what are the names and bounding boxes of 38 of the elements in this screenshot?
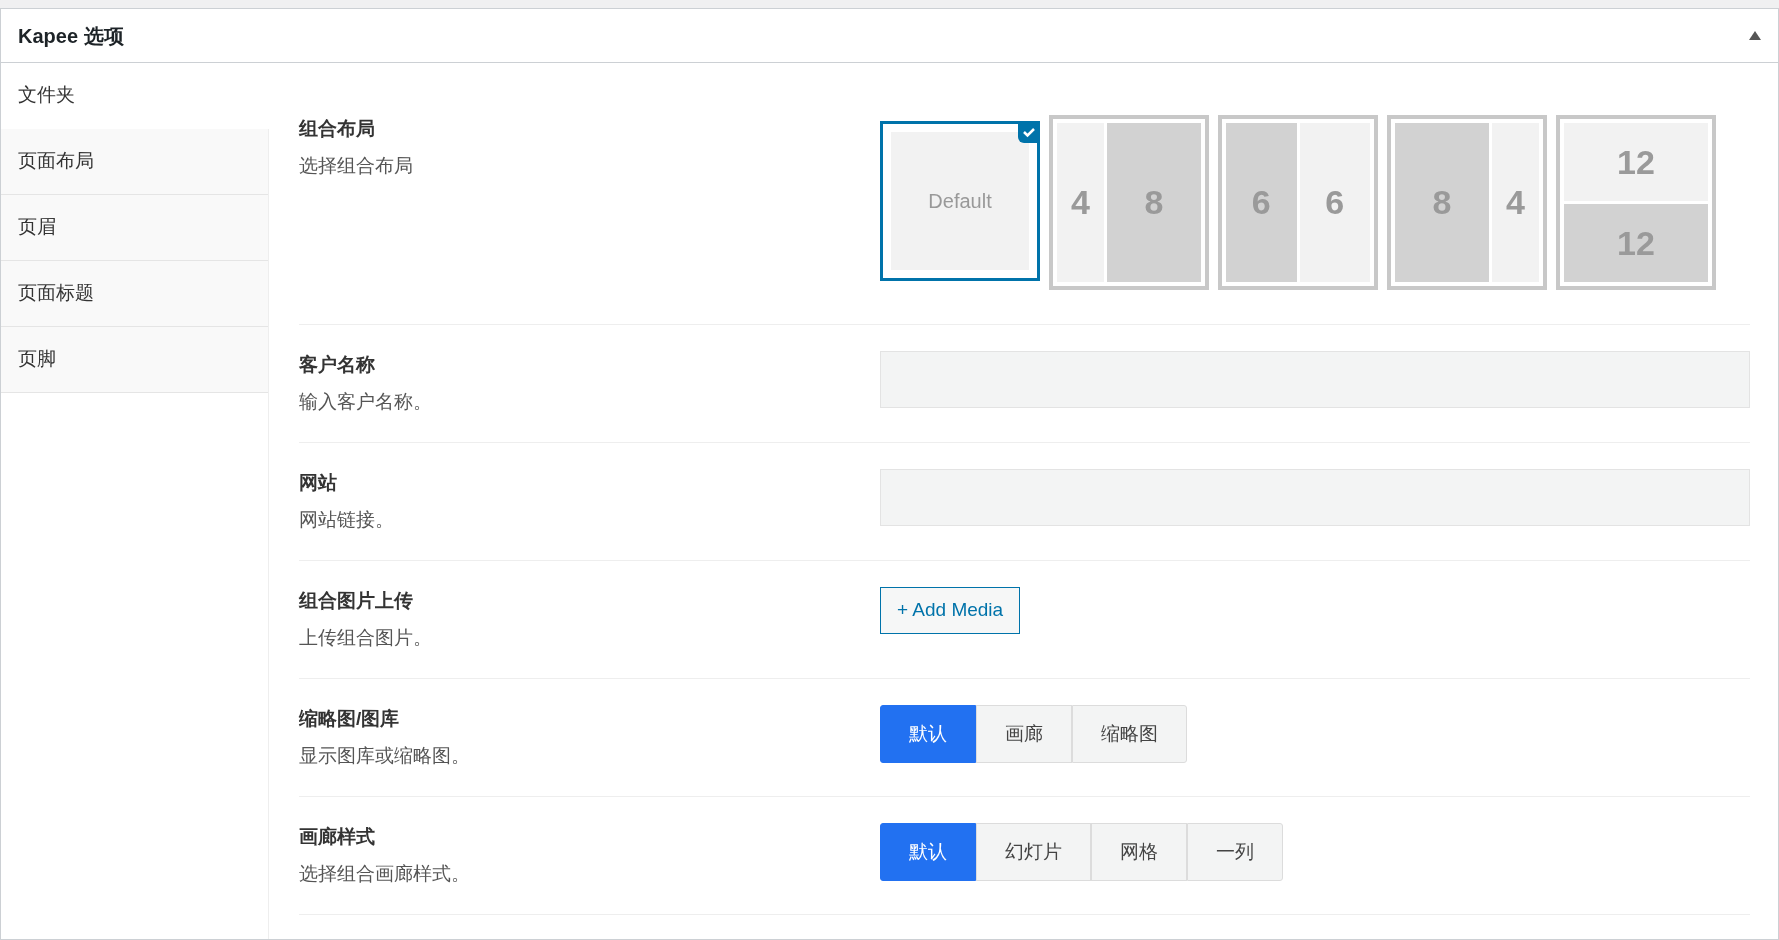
choice-button[interactable]: 缩略图: [1072, 705, 1187, 763]
field-label: 组合图片上传: [299, 589, 414, 613]
cell-label: 12: [1617, 222, 1655, 264]
choice-button[interactable]: 默认: [880, 823, 976, 881]
field-label: 组合布局: [299, 117, 376, 141]
field-label: 客户名称: [299, 353, 376, 377]
field-description: 网站链接。: [299, 507, 395, 532]
cell-label: 4: [1506, 182, 1525, 223]
field-description: 输入客户名称。: [299, 389, 433, 414]
choice-button[interactable]: 幻灯片: [976, 823, 1091, 881]
cell-label: 12: [1617, 141, 1655, 183]
field-description: 选择组合画廊样式。: [299, 861, 471, 886]
choice-button[interactable]: 默认: [880, 705, 976, 763]
field-label: 缩略图/图库: [299, 707, 401, 731]
choice-button[interactable]: 网格: [1091, 823, 1187, 881]
add-media-button[interactable]: + Add Media: [880, 587, 1021, 634]
cell-label: 4: [1071, 182, 1090, 223]
sidebar-item[interactable]: 页眉: [1, 195, 268, 261]
cell-label: 6: [1251, 182, 1271, 223]
choice-button[interactable]: 一列: [1187, 823, 1283, 881]
caret-up-icon[interactable]: [1749, 31, 1761, 40]
sidebar-item[interactable]: 页脚: [1, 327, 268, 393]
field-label: 画廊样式: [299, 825, 376, 849]
cell-label: 6: [1325, 182, 1345, 223]
panel-title: Kapee 选项: [18, 23, 124, 49]
checkmark-icon: [1018, 121, 1040, 143]
text-field[interactable]: [880, 351, 1750, 408]
cell-label: 8: [1432, 182, 1452, 223]
choice-button[interactable]: 画廊: [976, 705, 1072, 763]
field-description: 显示图库或缩略图。: [299, 743, 471, 768]
sidebar-item[interactable]: 页面布局: [1, 129, 268, 195]
field-description: 选择组合布局: [299, 153, 414, 178]
text-field[interactable]: [880, 469, 1750, 526]
field-description: 上传组合图片。: [299, 625, 433, 650]
field-label: 网站: [299, 471, 338, 495]
sidebar-item[interactable]: 页面标题: [1, 261, 268, 327]
cell-label: 8: [1144, 182, 1164, 223]
cell-label: Default: [928, 189, 992, 214]
